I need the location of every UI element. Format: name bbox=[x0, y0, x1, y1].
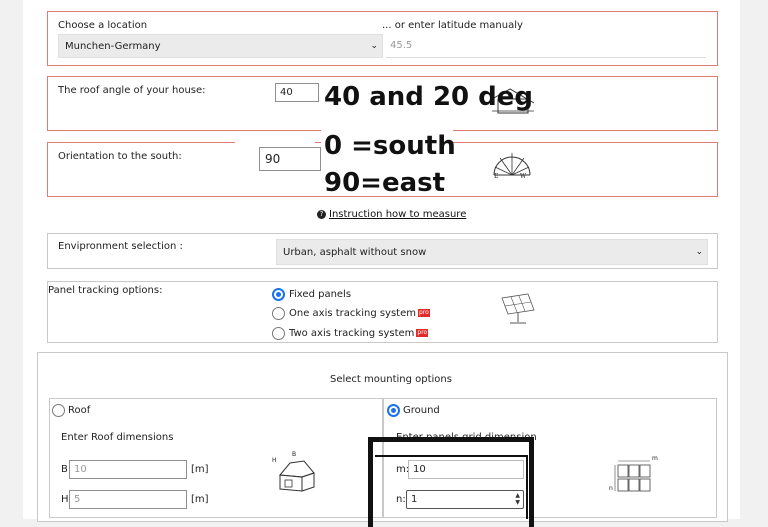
compass-west-label: W bbox=[520, 173, 527, 180]
latitude-placeholder: 45.5 bbox=[390, 40, 413, 51]
grid-icon-m-label: m bbox=[652, 455, 658, 462]
radio-fixed-panels[interactable] bbox=[272, 288, 285, 301]
pro-badge: pro bbox=[418, 309, 430, 317]
roof-angle-label: The roof angle of your house: bbox=[58, 85, 206, 96]
tracking-label: Panel tracking options: bbox=[48, 285, 163, 296]
radio-ground[interactable] bbox=[387, 404, 400, 417]
mounting-title: Select mounting options bbox=[330, 374, 452, 385]
location-section: Choose a location ... or enter latitude … bbox=[47, 11, 718, 66]
location-label: Choose a location bbox=[58, 20, 148, 31]
pro-badge: pro bbox=[416, 329, 429, 337]
radio-one-axis[interactable] bbox=[272, 307, 285, 320]
latitude-label: ... or enter latitude manualy bbox=[382, 20, 523, 31]
roof-angle-annotation: 40 and 20 deg bbox=[324, 82, 534, 112]
roof-h-label: H bbox=[61, 494, 69, 505]
roof-dimensions-title: Enter Roof dimensions bbox=[61, 432, 174, 443]
environment-section: Envipronment selection : Urban, asphalt … bbox=[47, 233, 718, 269]
tracking-option-one-axis-text: One axis tracking system bbox=[289, 308, 416, 319]
tracking-section: Panel tracking options: Fixed panels One… bbox=[47, 281, 718, 343]
orientation-annotation-south: 0 =south bbox=[324, 131, 456, 161]
grid-icon-n-label: n bbox=[609, 485, 613, 492]
orientation-input[interactable]: 90 bbox=[259, 147, 321, 171]
orientation-label: Orientation to the south: bbox=[58, 151, 182, 162]
solar-tracker-icon bbox=[501, 293, 535, 324]
instruction-link-text: Instruction how to measure bbox=[329, 209, 467, 220]
tracking-option-two-axis: Two axis tracking system pro bbox=[289, 328, 429, 339]
house-icon-h-label: H bbox=[272, 457, 277, 464]
chevron-down-icon: ⌄ bbox=[370, 41, 378, 51]
environment-select[interactable]: Urban, asphalt without snow ⌄ bbox=[276, 239, 708, 265]
roof-h-input[interactable]: 5 bbox=[69, 490, 187, 509]
roof-option-label: Roof bbox=[68, 405, 91, 416]
orientation-annotation-east: 90=east bbox=[324, 168, 446, 198]
roof-h-placeholder: 5 bbox=[74, 494, 81, 505]
house-icon-b-label: B bbox=[292, 451, 297, 458]
instruction-link[interactable]: ? Instruction how to measure bbox=[317, 209, 466, 220]
location-select[interactable]: Munchen-Germany ⌄ bbox=[58, 34, 383, 58]
roof-angle-value: 40 bbox=[280, 87, 293, 98]
tracking-option-fixed: Fixed panels bbox=[289, 289, 352, 300]
roof-panel: Roof Enter Roof dimensions B 10 [m] H 5 … bbox=[49, 398, 383, 518]
question-icon: ? bbox=[317, 209, 326, 219]
ground-option-label: Ground bbox=[403, 405, 440, 416]
house-icon bbox=[279, 460, 315, 492]
environment-label: Envipronment selection : bbox=[58, 241, 183, 252]
roof-b-placeholder: 10 bbox=[74, 464, 87, 475]
location-selected-value: Munchen-Germany bbox=[65, 40, 161, 52]
environment-selected-value: Urban, asphalt without snow bbox=[283, 246, 427, 258]
highlight-frame-inner bbox=[375, 455, 528, 519]
panel-grid-icon bbox=[614, 460, 651, 492]
roof-b-input[interactable]: 10 bbox=[69, 460, 187, 479]
page: Choose a location ... or enter latitude … bbox=[23, 0, 740, 527]
roof-b-unit: [m] bbox=[191, 464, 209, 475]
tracking-option-two-axis-text: Two axis tracking system bbox=[289, 328, 415, 339]
latitude-input[interactable]: 45.5 bbox=[386, 34, 706, 58]
tracking-option-one-axis: One axis tracking system pro bbox=[289, 308, 430, 319]
chevron-down-icon: ⌄ bbox=[695, 247, 703, 257]
radio-two-axis[interactable] bbox=[272, 327, 285, 340]
roof-h-unit: [m] bbox=[191, 494, 209, 505]
roof-b-label: B bbox=[61, 464, 68, 475]
roof-angle-input[interactable]: 40 bbox=[275, 83, 319, 102]
orientation-value: 90 bbox=[265, 152, 281, 166]
radio-roof[interactable] bbox=[52, 404, 65, 417]
compass-east-label: E bbox=[494, 173, 499, 180]
